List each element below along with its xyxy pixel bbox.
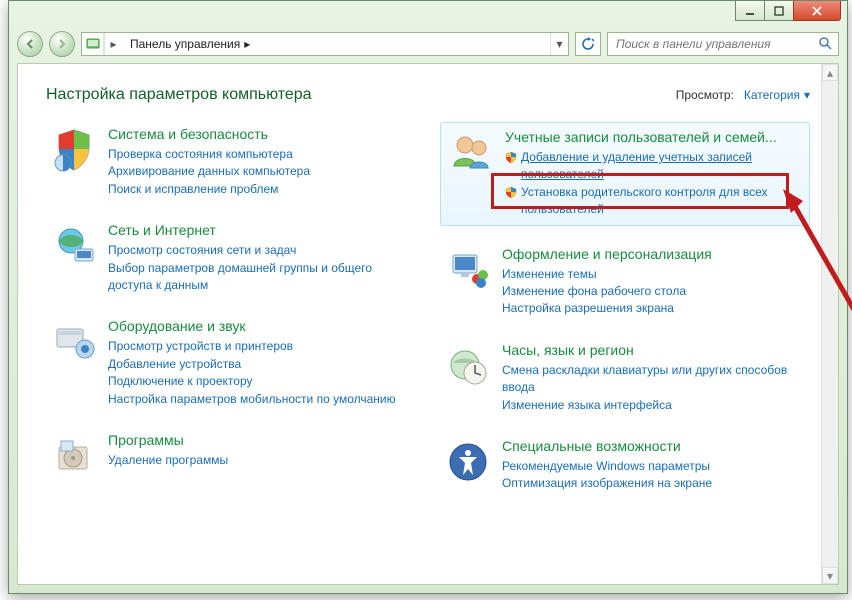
category-title[interactable]: Специальные возможности <box>502 438 806 454</box>
category-user-accounts: Учетные записи пользователей и семей... … <box>440 122 810 226</box>
breadcrumb-sep-icon: ▸ <box>244 37 250 51</box>
search-icon[interactable] <box>818 36 832 53</box>
address-dropdown-icon[interactable]: ▾ <box>550 33 568 55</box>
titlebar <box>9 1 847 27</box>
category-system-security: Система и безопасность Проверка состояни… <box>46 122 416 202</box>
breadcrumb-chevron-icon[interactable]: ▸ <box>104 33 122 55</box>
search-input[interactable] <box>614 36 814 52</box>
category-title[interactable]: Система и безопасность <box>108 126 412 142</box>
category-title[interactable]: Часы, язык и регион <box>502 342 806 358</box>
sublink[interactable]: Архивирование данных компьютера <box>108 163 412 180</box>
vertical-scrollbar[interactable]: ▴ ▾ <box>821 64 838 584</box>
category-clock-language: Часы, язык и регион Смена раскладки клав… <box>440 338 810 418</box>
sublink[interactable]: Изменение языка интерфейса <box>502 397 806 414</box>
left-column: Система и безопасность Проверка состояни… <box>46 122 416 513</box>
programs-icon <box>50 432 98 480</box>
sublink-parental-controls[interactable]: Установка родительского контроля для все… <box>521 184 803 219</box>
category-network-internet: Сеть и Интернет Просмотр состояния сети … <box>46 218 416 298</box>
address-bar[interactable]: ▸ Панель управления ▸ ▾ <box>81 32 569 56</box>
control-panel-icon <box>82 33 104 55</box>
system-security-icon <box>50 126 98 174</box>
category-title[interactable]: Сеть и Интернет <box>108 222 412 238</box>
sublink[interactable]: Удаление программы <box>108 452 412 469</box>
close-button[interactable] <box>793 1 841 21</box>
sublink[interactable]: Проверка состояния компьютера <box>108 146 412 163</box>
sublink[interactable]: Выбор параметров домашней группы и общег… <box>108 260 412 295</box>
sublink[interactable]: Настройка параметров мобильности по умол… <box>108 391 412 408</box>
sublink[interactable]: Добавление устройства <box>108 356 412 373</box>
chevron-down-icon: ▾ <box>804 88 810 102</box>
minimize-button[interactable] <box>735 1 765 21</box>
sublink[interactable]: Настройка разрешения экрана <box>502 300 806 317</box>
back-button[interactable] <box>17 31 43 57</box>
sublink[interactable]: Просмотр состояния сети и задач <box>108 242 412 259</box>
breadcrumb-label: Панель управления <box>130 37 240 51</box>
window-frame: ▸ Панель управления ▸ ▾ Настройка параме… <box>8 0 848 594</box>
hardware-sound-icon <box>50 318 98 366</box>
view-label: Просмотр: <box>676 88 734 102</box>
clock-language-icon <box>444 342 492 390</box>
view-value: Категория <box>744 88 800 102</box>
category-title[interactable]: Оформление и персонализация <box>502 246 806 262</box>
scroll-up-icon[interactable]: ▴ <box>822 64 838 81</box>
category-title[interactable]: Оборудование и звук <box>108 318 412 334</box>
category-ease-of-access: Специальные возможности Рекомендуемые Wi… <box>440 434 810 497</box>
ease-of-access-icon <box>444 438 492 486</box>
category-title[interactable]: Программы <box>108 432 412 448</box>
sublink[interactable]: Просмотр устройств и принтеров <box>108 338 412 355</box>
breadcrumb[interactable]: Панель управления ▸ <box>122 37 550 51</box>
refresh-button[interactable] <box>575 32 601 56</box>
category-title[interactable]: Учетные записи пользователей и семей... <box>505 129 803 145</box>
scroll-track[interactable] <box>822 81 838 567</box>
shield-icon <box>505 186 517 203</box>
sublink[interactable]: Изменение фона рабочего стола <box>502 283 806 300</box>
category-programs: Программы Удаление программы <box>46 428 416 484</box>
page-title: Настройка параметров компьютера <box>46 86 312 104</box>
sublink[interactable]: Смена раскладки клавиатуры или других сп… <box>502 362 806 397</box>
sublink[interactable]: Оптимизация изображения на экране <box>502 475 806 492</box>
view-dropdown[interactable]: Категория ▾ <box>744 88 810 102</box>
sublink[interactable]: Поиск и исправление проблем <box>108 181 412 198</box>
content-area: Настройка параметров компьютера Просмотр… <box>17 63 839 585</box>
right-column: Учетные записи пользователей и семей... … <box>440 122 810 513</box>
sublink[interactable]: Подключение к проектору <box>108 373 412 390</box>
user-accounts-icon <box>447 129 495 177</box>
sublink-add-remove-accounts[interactable]: Добавление и удаление учетных записей по… <box>521 149 803 184</box>
appearance-icon <box>444 246 492 294</box>
navigation-row: ▸ Панель управления ▸ ▾ <box>9 27 847 61</box>
search-box[interactable] <box>607 32 839 56</box>
forward-button[interactable] <box>49 31 75 57</box>
sublink[interactable]: Рекомендуемые Windows параметры <box>502 458 806 475</box>
category-appearance: Оформление и персонализация Изменение те… <box>440 242 810 322</box>
category-hardware-sound: Оборудование и звук Просмотр устройств и… <box>46 314 416 412</box>
network-internet-icon <box>50 222 98 270</box>
view-selector: Просмотр: Категория ▾ <box>676 88 810 102</box>
scroll-down-icon[interactable]: ▾ <box>822 567 838 584</box>
sublink[interactable]: Изменение темы <box>502 266 806 283</box>
shield-icon <box>505 151 517 168</box>
maximize-button[interactable] <box>764 1 794 21</box>
